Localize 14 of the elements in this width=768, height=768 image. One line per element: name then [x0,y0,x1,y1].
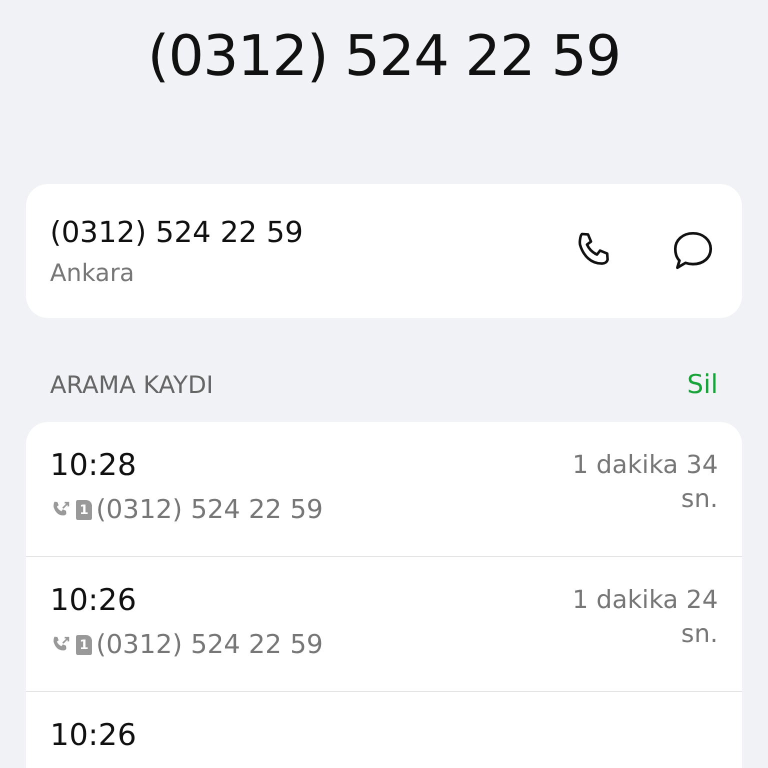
call-duration: 1 dakika 34 sn. [571,449,718,515]
call-time: 10:26 [50,718,136,753]
contact-number: (0312) 524 22 59 [50,215,304,249]
section-title: ARAMA KAYDI [50,371,214,399]
delete-link[interactable]: Sil [687,370,718,400]
call-time: 10:26 [50,583,138,618]
call-time: 10:28 [50,448,138,483]
contact-location: Ankara [50,259,136,287]
call-number: (0312) 524 22 59 [96,630,324,660]
sim-icon: 1 [76,635,92,655]
call-duration: 1 dakika 24 sn. [571,584,718,650]
call-number: (0312) 524 22 59 [96,495,324,525]
phone-number-title: (0312) 524 22 59 [146,23,622,91]
sim-icon: 1 [76,500,92,520]
